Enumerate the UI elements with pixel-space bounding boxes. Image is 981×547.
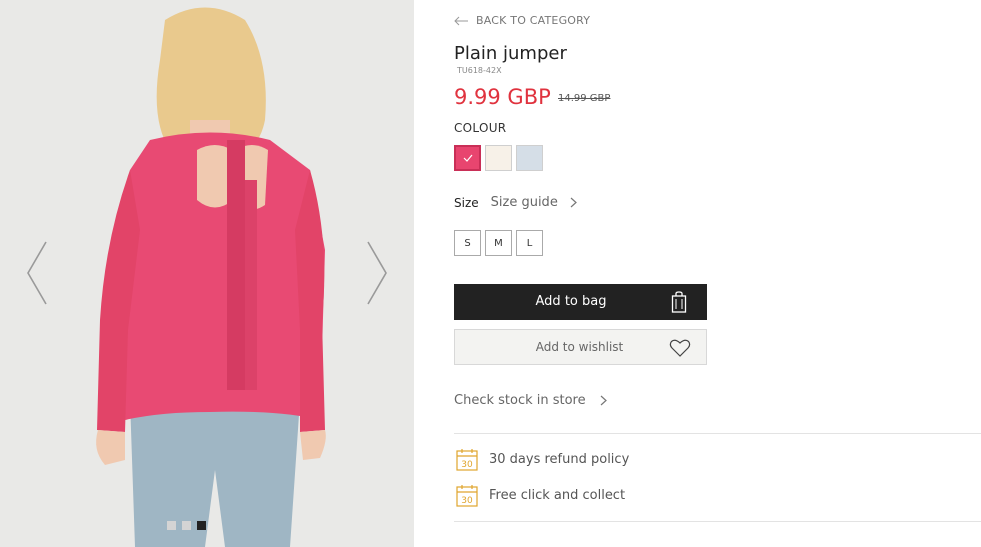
check-icon [463, 154, 473, 162]
product-price: 9.99 GBP [454, 85, 551, 109]
size-button-l[interactable]: L [516, 230, 543, 256]
add-to-bag-button[interactable]: Add to bag [454, 284, 707, 320]
product-photo [0, 0, 414, 547]
colour-swatch-light-blue[interactable] [516, 145, 543, 171]
perk-click-collect-label: Free click and collect [489, 488, 626, 503]
product-old-price: 14.99 GBP [558, 93, 611, 104]
product-sku: TU618-42X [457, 66, 502, 75]
size-options: S M L [454, 230, 543, 256]
back-to-category-link[interactable]: BACK TO CATEGORY [454, 14, 590, 27]
size-button-m[interactable]: M [485, 230, 512, 256]
calendar-30-icon: 30 [456, 449, 478, 471]
svg-text:30: 30 [461, 460, 473, 470]
perk-refund: 30 30 days refund policy [456, 448, 629, 471]
calendar-30-icon: 30 [456, 485, 478, 507]
perk-refund-label: 30 days refund policy [489, 452, 630, 467]
colour-label: COLOUR [454, 121, 507, 135]
heart-icon [669, 339, 691, 357]
gallery-next-arrow[interactable] [362, 238, 392, 308]
gallery-prev-arrow[interactable] [22, 238, 52, 308]
size-guide-label: Size guide [490, 195, 558, 210]
shopping-bag-icon [671, 291, 687, 313]
gallery-dot[interactable] [167, 521, 176, 530]
product-details: BACK TO CATEGORY Plain jumper TU618-42X … [454, 0, 981, 547]
gallery-dots [167, 521, 206, 530]
arrow-left-icon [454, 16, 468, 25]
check-stock-link[interactable]: Check stock in store [454, 393, 607, 408]
chevron-right-icon [570, 197, 577, 208]
add-to-bag-label: Add to bag [535, 294, 607, 309]
size-label: Size [454, 195, 479, 210]
svg-text:30: 30 [461, 496, 473, 506]
back-to-category-label: BACK TO CATEGORY [476, 14, 591, 27]
size-button-s[interactable]: S [454, 230, 481, 256]
chevron-right-icon [600, 395, 607, 406]
gallery-dot-active[interactable] [197, 521, 206, 530]
divider [454, 521, 981, 522]
product-gallery [0, 0, 414, 547]
product-page: BACK TO CATEGORY Plain jumper TU618-42X … [0, 0, 981, 547]
size-row: Size Size guide [454, 195, 577, 210]
check-stock-label: Check stock in store [454, 393, 586, 408]
gallery-dot[interactable] [182, 521, 191, 530]
add-to-wishlist-button[interactable]: Add to wishlist [454, 329, 707, 365]
colour-swatch-cream[interactable] [485, 145, 512, 171]
product-title: Plain jumper [454, 43, 567, 64]
divider [454, 433, 981, 434]
colour-swatch-pink[interactable] [454, 145, 481, 171]
size-guide-link[interactable]: Size guide [491, 195, 577, 210]
perk-click-collect: 30 Free click and collect [456, 484, 625, 507]
colour-swatches [454, 145, 543, 171]
